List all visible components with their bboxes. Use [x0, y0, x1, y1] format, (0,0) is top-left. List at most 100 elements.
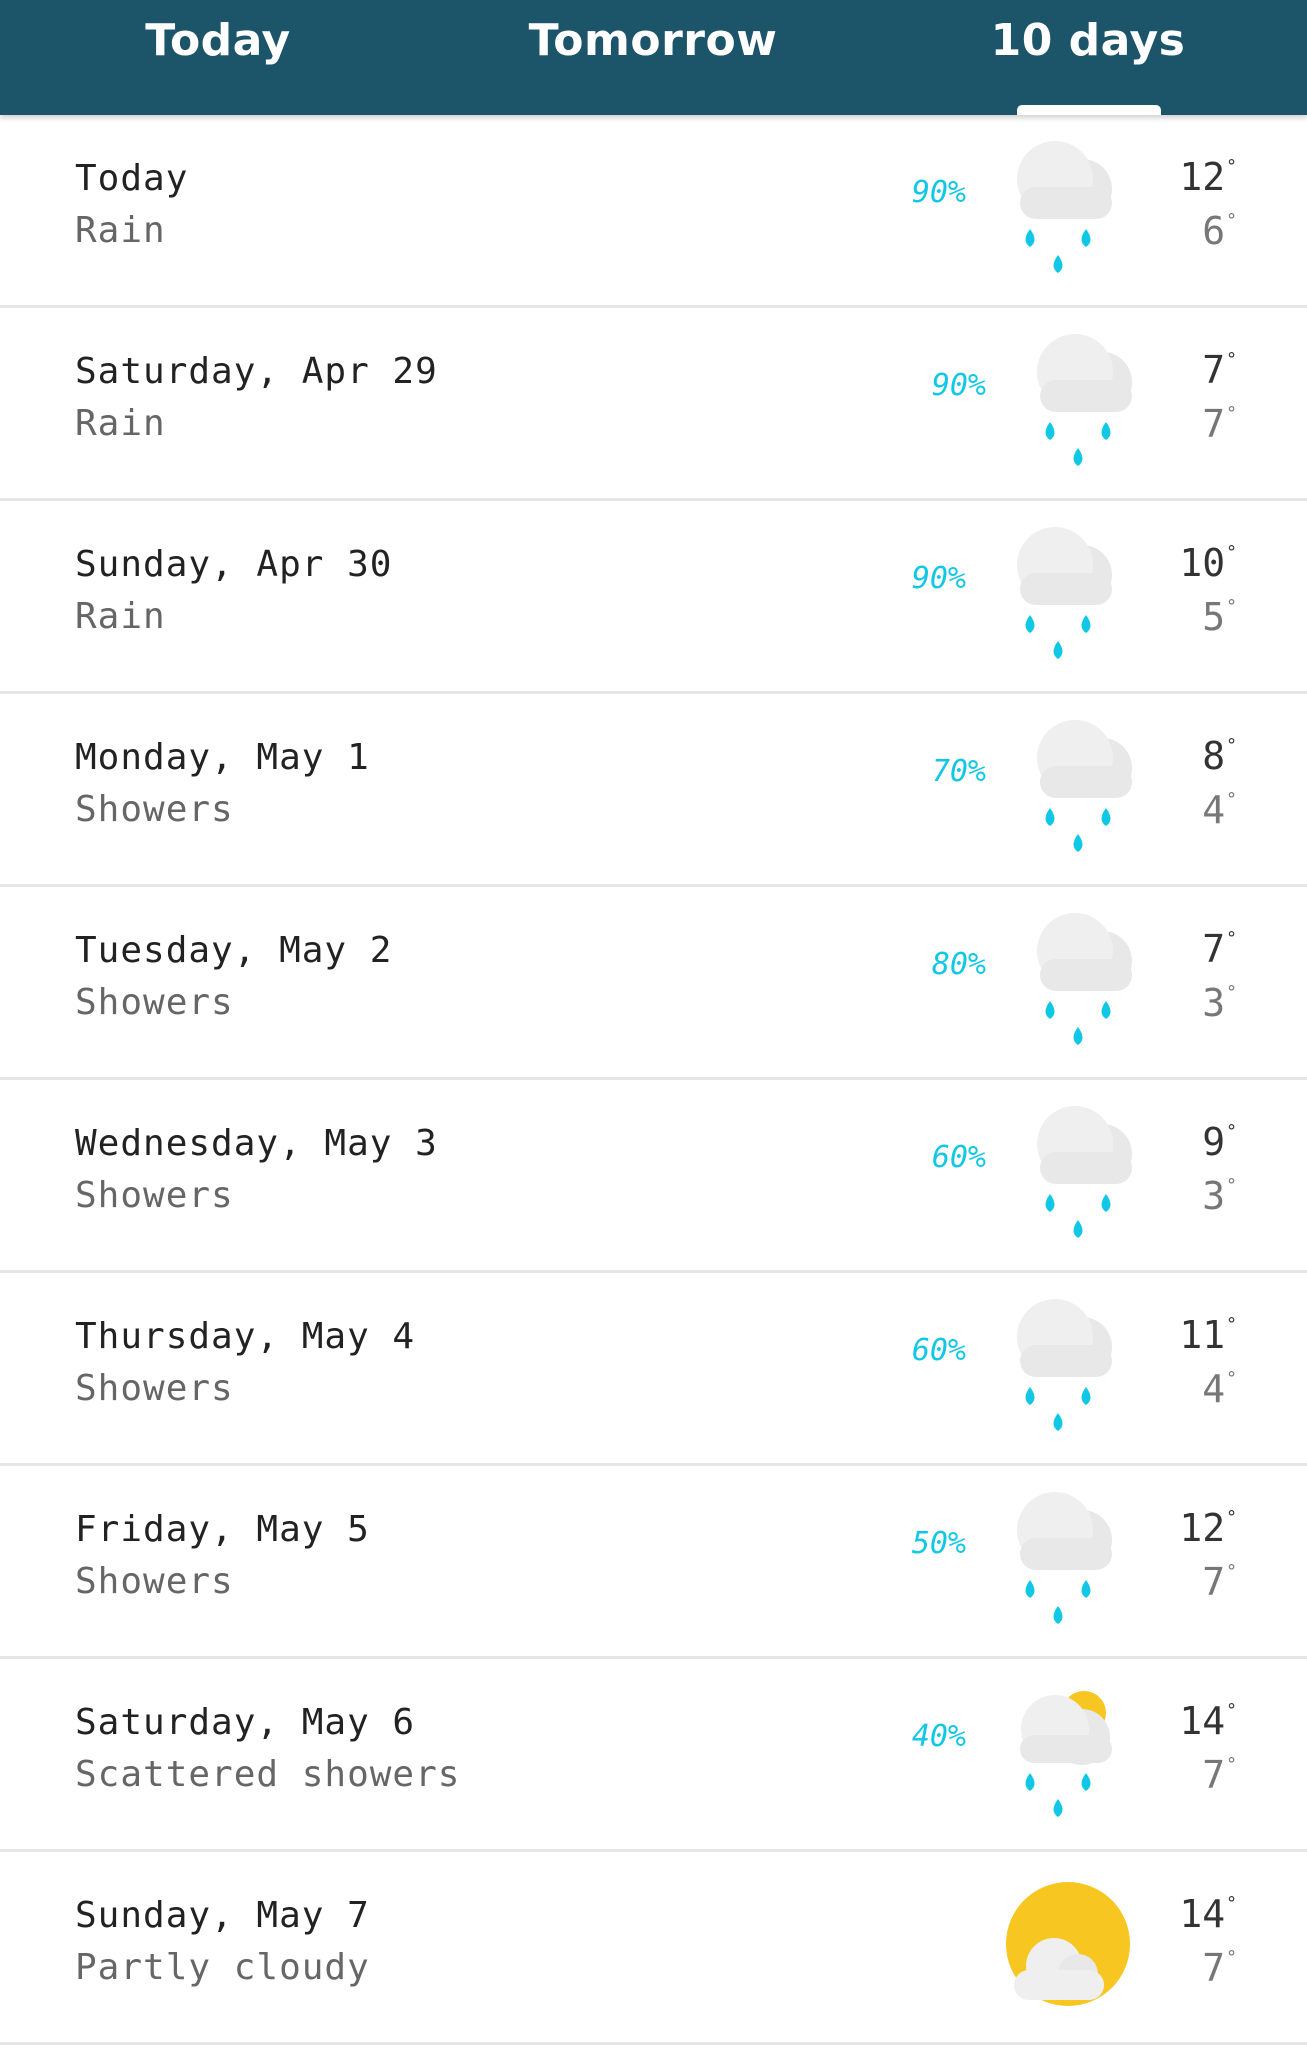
rain-icon	[1000, 137, 1130, 277]
high-temp: 12°	[1137, 155, 1237, 199]
forecast-row[interactable]: Sunday, May 7 Partly cloudy 14° 7°	[0, 1852, 1307, 2045]
degree-symbol: °	[1226, 928, 1237, 949]
degree-symbol: °	[1226, 1893, 1237, 1914]
forecast-row[interactable]: Sunday, Apr 30 Rain 90% 10° 5°	[0, 501, 1307, 694]
sun-rain-icon	[1000, 1681, 1130, 1821]
low-temp-value: 7	[1202, 402, 1226, 446]
day-label: Monday, May 1	[75, 737, 370, 778]
condition-label: Showers	[75, 1175, 234, 1216]
rain-icon	[1000, 1295, 1130, 1435]
forecast-row[interactable]: Monday, May 1 Showers 70% 8° 4°	[0, 694, 1307, 887]
day-label: Saturday, May 6	[75, 1702, 416, 1743]
tab-tomorrow[interactable]: Tomorrow	[443, 0, 863, 115]
low-temp-value: 4	[1202, 1367, 1226, 1411]
forecast-row[interactable]: Friday, May 5 Showers 50% 12° 7°	[0, 1466, 1307, 1659]
condition-label: Partly cloudy	[75, 1947, 370, 1988]
high-temp: 7°	[1137, 348, 1237, 392]
day-label: Thursday, May 4	[75, 1316, 416, 1357]
day-label: Wednesday, May 3	[75, 1123, 438, 1164]
high-temp-value: 11	[1179, 1313, 1226, 1357]
degree-symbol: °	[1226, 210, 1237, 231]
degree-symbol: °	[1226, 789, 1237, 810]
high-temp-value: 14	[1179, 1699, 1226, 1743]
tab-today[interactable]: Today	[8, 0, 428, 115]
rain-icon	[1000, 523, 1130, 663]
degree-symbol: °	[1226, 1561, 1237, 1582]
rain-icon	[1000, 1488, 1130, 1628]
day-label: Today	[75, 158, 189, 199]
high-temp: 8°	[1137, 734, 1237, 778]
tab-bar: Today Tomorrow 10 days	[0, 0, 1307, 115]
condition-label: Rain	[75, 596, 166, 637]
low-temp: 3°	[1137, 981, 1237, 1025]
degree-symbol: °	[1226, 1507, 1237, 1528]
forecast-row[interactable]: Wednesday, May 3 Showers 60% 9° 3°	[0, 1080, 1307, 1273]
tab-10-days[interactable]: 10 days	[878, 0, 1298, 115]
degree-symbol: °	[1226, 596, 1237, 617]
day-label: Saturday, Apr 29	[75, 351, 438, 392]
precip-chance: 90%	[911, 175, 966, 210]
rain-icon	[1020, 909, 1150, 1049]
high-temp-value: 7	[1202, 927, 1226, 971]
degree-symbol: °	[1226, 982, 1237, 1003]
day-label: Tuesday, May 2	[75, 930, 393, 971]
forecast-row[interactable]: Today Rain 90% 12° 6°	[0, 115, 1307, 308]
degree-symbol: °	[1226, 1314, 1237, 1335]
degree-symbol: °	[1226, 156, 1237, 177]
high-temp-value: 9	[1202, 1120, 1226, 1164]
precip-chance: 90%	[911, 561, 966, 596]
high-temp-value: 14	[1179, 1892, 1226, 1936]
high-temp-value: 12	[1179, 1506, 1226, 1550]
low-temp: 7°	[1137, 1560, 1237, 1604]
low-temp-value: 4	[1202, 788, 1226, 832]
forecast-row[interactable]: Tuesday, May 2 Showers 80% 7° 3°	[0, 887, 1307, 1080]
degree-symbol: °	[1226, 1700, 1237, 1721]
degree-symbol: °	[1226, 1121, 1237, 1142]
high-temp: 9°	[1137, 1120, 1237, 1164]
degree-symbol: °	[1226, 1368, 1237, 1389]
forecast-row[interactable]: Thursday, May 4 Showers 60% 11° 4°	[0, 1273, 1307, 1466]
low-temp: 7°	[1137, 1753, 1237, 1797]
tab-tomorrow-label: Tomorrow	[528, 15, 778, 66]
low-temp: 4°	[1137, 1367, 1237, 1411]
high-temp: 14°	[1137, 1892, 1237, 1936]
condition-label: Showers	[75, 1561, 234, 1602]
condition-label: Scattered showers	[75, 1754, 461, 1795]
precip-chance: 70%	[931, 754, 986, 789]
forecast-row[interactable]: Saturday, May 6 Scattered showers 40% 14° 7°	[0, 1659, 1307, 1852]
degree-symbol: °	[1226, 542, 1237, 563]
high-temp: 7°	[1137, 927, 1237, 971]
precip-chance: 80%	[931, 947, 986, 982]
low-temp-value: 7	[1202, 1560, 1226, 1604]
high-temp: 14°	[1137, 1699, 1237, 1743]
high-temp: 10°	[1137, 541, 1237, 585]
precip-chance: 50%	[911, 1526, 966, 1561]
rain-icon	[1020, 716, 1150, 856]
high-temp: 12°	[1137, 1506, 1237, 1550]
high-temp-value: 7	[1202, 348, 1226, 392]
condition-label: Showers	[75, 982, 234, 1023]
tab-10-days-label: 10 days	[990, 15, 1186, 66]
degree-symbol: °	[1226, 403, 1237, 424]
high-temp: 11°	[1137, 1313, 1237, 1357]
rain-icon	[1020, 1102, 1150, 1242]
low-temp: 6°	[1137, 209, 1237, 253]
precip-chance: 60%	[911, 1333, 966, 1368]
low-temp-value: 5	[1202, 595, 1226, 639]
condition-label: Showers	[75, 789, 234, 830]
day-label: Sunday, Apr 30	[75, 544, 393, 585]
low-temp: 3°	[1137, 1174, 1237, 1218]
low-temp-value: 7	[1202, 1946, 1226, 1990]
low-temp: 4°	[1137, 788, 1237, 832]
low-temp: 5°	[1137, 595, 1237, 639]
condition-label: Showers	[75, 1368, 234, 1409]
day-label: Friday, May 5	[75, 1509, 370, 1550]
forecast-row[interactable]: Saturday, Apr 29 Rain 90% 7° 7°	[0, 308, 1307, 501]
high-temp-value: 8	[1202, 734, 1226, 778]
partly-cloudy-icon	[1000, 1874, 1130, 2014]
precip-chance: 90%	[931, 368, 986, 403]
degree-symbol: °	[1226, 1754, 1237, 1775]
precip-chance: 40%	[911, 1719, 966, 1754]
active-tab-indicator	[1017, 105, 1161, 115]
degree-symbol: °	[1226, 1947, 1237, 1968]
